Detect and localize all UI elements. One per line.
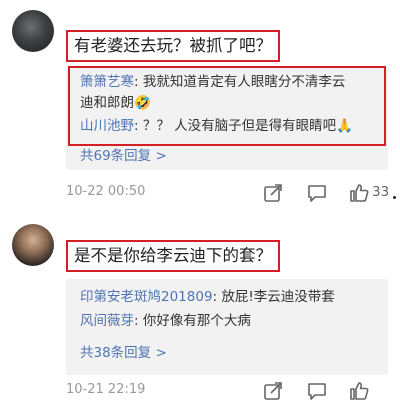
reply-text: : 我就知道肯定有人眼瞎分不清李云 — [134, 74, 346, 90]
comment-item: 是不是你给李云迪下的套？ 印第安老斑鸠201809: 放屁!李云迪没带套 风间薇… — [0, 208, 400, 404]
like-count: 33 — [372, 184, 390, 200]
share-icon[interactable] — [262, 182, 284, 204]
comment-item: 有老婆还去玩？被抓了吧？ 箫箫艺寒: 我就知道肯定有人眼瞎分不清李云 迪和郎朗🤣… — [0, 0, 400, 208]
avatar[interactable] — [12, 224, 54, 266]
replies-panel[interactable]: 箫箫艺寒: 我就知道肯定有人眼瞎分不清李云 迪和郎朗🤣 山川池野: ？？ 人没有… — [66, 66, 388, 170]
timestamp: 10-21 22:19 — [66, 382, 146, 397]
comment-icon[interactable] — [306, 182, 328, 204]
reply-author[interactable]: 风间薇芽 — [80, 313, 134, 329]
separator-dot — [393, 196, 396, 199]
share-icon[interactable] — [262, 380, 284, 402]
reply-text: 迪和郎朗🤣 — [80, 95, 151, 111]
thumbs-up-icon[interactable] — [348, 182, 370, 204]
comment-meta: 10-22 00:50 33 — [66, 180, 392, 206]
reply-author[interactable]: 山川池野 — [80, 118, 134, 134]
avatar[interactable] — [12, 10, 54, 52]
reply-item[interactable]: 印第安老斑鸠201809: 放屁!李云迪没带套 — [80, 287, 380, 308]
comment-icon[interactable] — [306, 380, 328, 402]
reply-text: : ？？ 人没有脑子但是得有眼睛吧🙏 — [134, 118, 353, 134]
reply-item[interactable]: 箫箫艺寒: 我就知道肯定有人眼瞎分不清李云 — [80, 72, 380, 93]
reply-author[interactable]: 箫箫艺寒 — [80, 74, 134, 90]
thumbs-up-icon[interactable] — [348, 380, 370, 402]
replies-panel[interactable]: 印第安老斑鸠201809: 放屁!李云迪没带套 风间薇芽: 你好像有那个大病 共… — [66, 279, 388, 375]
reply-item[interactable]: 山川池野: ？？ 人没有脑子但是得有眼睛吧🙏 — [80, 116, 380, 137]
reply-text: : 你好像有那个大病 — [134, 313, 251, 329]
comment-text: 是不是你给李云迪下的套？ — [66, 240, 280, 272]
more-replies-link[interactable]: 共38条回复 > — [80, 341, 167, 361]
reply-item[interactable]: 风间薇芽: 你好像有那个大病 — [80, 311, 380, 332]
comment-meta: 10-21 22:19 — [66, 378, 392, 404]
reply-author[interactable]: 印第安老斑鸠201809 — [80, 289, 213, 305]
more-replies-link[interactable]: 共69条回复 > — [80, 144, 167, 164]
comment-text: 有老婆还去玩？被抓了吧？ — [66, 30, 280, 62]
reply-item-continued: 迪和郎朗🤣 — [80, 93, 380, 114]
timestamp: 10-22 00:50 — [66, 184, 146, 199]
reply-text: : 放屁!李云迪没带套 — [212, 289, 335, 305]
